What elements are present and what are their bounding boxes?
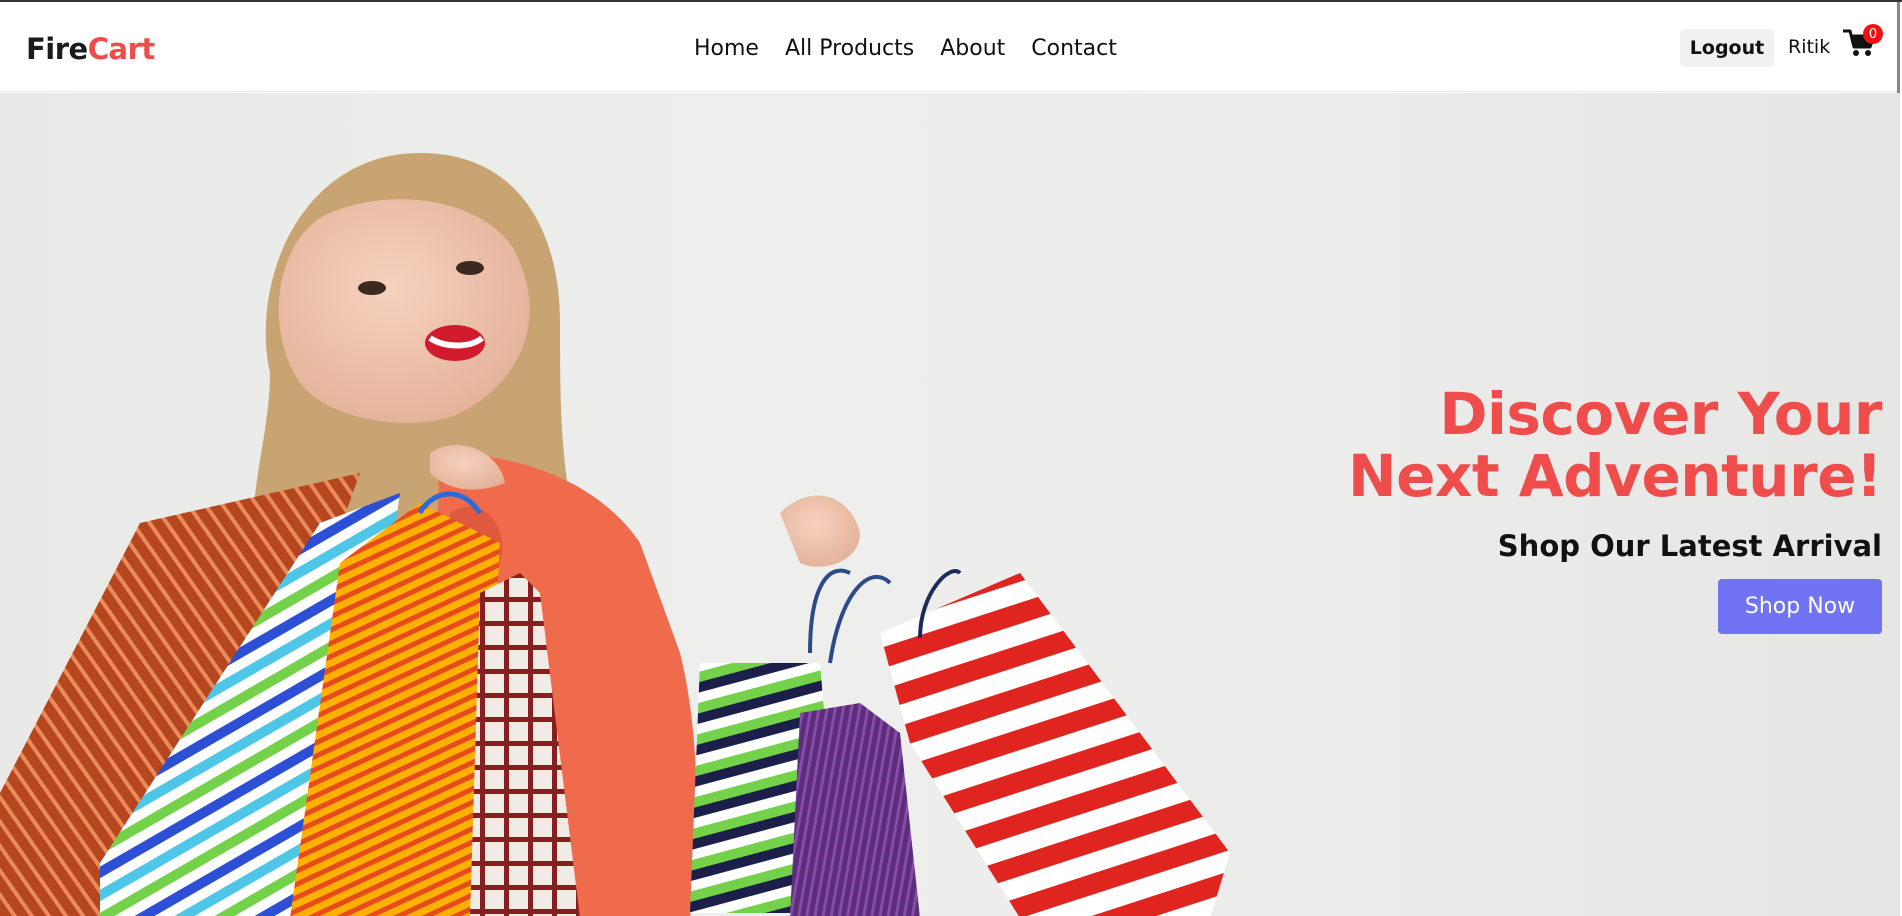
hero-title-line1: Discover Your	[1439, 380, 1882, 448]
user-name: Ritik	[1788, 36, 1831, 58]
shop-now-button[interactable]: Shop Now	[1718, 579, 1882, 634]
hero-text: Discover Your Next Adventure! Shop Our L…	[1348, 383, 1882, 634]
nav-home[interactable]: Home	[694, 36, 759, 61]
hero-image	[0, 153, 1230, 916]
hero-title-line2: Next Adventure!	[1348, 442, 1882, 510]
nav-contact[interactable]: Contact	[1031, 36, 1117, 61]
nav-about[interactable]: About	[940, 36, 1005, 61]
logout-button[interactable]: Logout	[1680, 29, 1774, 67]
nav-all-products[interactable]: All Products	[785, 36, 914, 61]
cart-count-badge: 0	[1863, 24, 1883, 44]
main-nav: Home All Products About Contact	[694, 36, 1117, 61]
cart-button[interactable]: 0	[1842, 24, 1883, 60]
page: FireCart Home All Products About Contact…	[0, 0, 1902, 916]
brand-logo[interactable]: FireCart	[26, 32, 155, 66]
brand-logo-part2: Cart	[87, 32, 156, 66]
hero-title: Discover Your Next Adventure!	[1348, 383, 1882, 507]
top-navbar: FireCart Home All Products About Contact…	[0, 2, 1900, 202]
hero-banner: Discover Your Next Adventure! Shop Our L…	[0, 93, 1900, 916]
hero-subtitle: Shop Our Latest Arrival	[1497, 529, 1882, 563]
brand-logo-part1: Fire	[26, 32, 88, 66]
